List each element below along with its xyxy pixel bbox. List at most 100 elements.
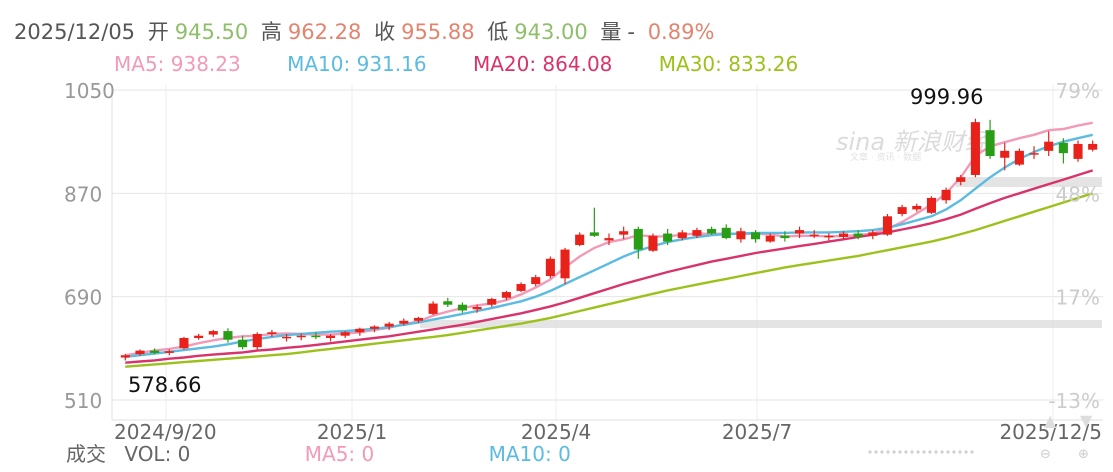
scroll-dot bbox=[958, 450, 962, 454]
down-arrow-icon: ▼ bbox=[1080, 411, 1093, 430]
candle-body bbox=[164, 351, 174, 353]
scroll-dot bbox=[886, 450, 890, 454]
candle bbox=[443, 297, 453, 307]
candle bbox=[926, 196, 936, 214]
candle-body bbox=[560, 249, 570, 279]
candle bbox=[1088, 140, 1098, 152]
scroll-dot bbox=[898, 450, 902, 454]
candle-body bbox=[399, 320, 409, 324]
candle-body bbox=[135, 350, 145, 355]
candle-body bbox=[692, 230, 702, 236]
candle-body bbox=[912, 205, 922, 210]
candle bbox=[457, 302, 467, 313]
max-annotation: 999.96 bbox=[910, 85, 983, 109]
candle-body bbox=[267, 332, 277, 334]
candle-body bbox=[208, 331, 218, 335]
candle-body bbox=[545, 258, 555, 276]
candle-body bbox=[882, 216, 893, 235]
candle bbox=[941, 187, 951, 204]
candle-body bbox=[296, 335, 306, 338]
candle-body bbox=[897, 207, 907, 214]
candle-body bbox=[443, 301, 453, 305]
candle-body bbox=[751, 232, 761, 240]
sina-logo-subtext: 文章 · 资讯 · 数据 bbox=[850, 151, 921, 163]
candle bbox=[882, 214, 893, 236]
scroll-dot bbox=[868, 450, 872, 454]
vol-ma5: MA5: 0 bbox=[304, 442, 375, 466]
candle bbox=[707, 226, 717, 235]
scroll-dot bbox=[946, 450, 950, 454]
scroll-dot bbox=[904, 450, 908, 454]
candle-body bbox=[970, 122, 980, 175]
candle bbox=[223, 328, 233, 343]
candle-body bbox=[1029, 153, 1039, 155]
candle-body bbox=[721, 227, 731, 239]
candle-body bbox=[150, 350, 160, 353]
candle-body bbox=[238, 339, 248, 348]
candle-body bbox=[780, 235, 790, 239]
scroll-dot bbox=[892, 450, 896, 454]
candle bbox=[545, 256, 555, 279]
kline-chart-panel: 2025/12/05 开 945.50 高 962.28 收 955.88 低 943.… bbox=[0, 0, 1113, 472]
candle-body bbox=[413, 317, 424, 321]
candle-body bbox=[179, 338, 189, 349]
candle-body bbox=[575, 234, 585, 245]
scroll-dot bbox=[952, 450, 956, 454]
candle-body bbox=[1044, 141, 1054, 151]
scroll-dot bbox=[934, 450, 938, 454]
candle-body bbox=[516, 284, 526, 291]
candle-body bbox=[340, 332, 350, 336]
candle-body bbox=[311, 335, 321, 338]
candle-body bbox=[794, 230, 805, 234]
candle bbox=[355, 327, 365, 336]
candle bbox=[428, 301, 438, 316]
candle-body bbox=[384, 323, 394, 327]
volume-legend: 成交 VOL: 0 MA5: 0 MA10: 0 bbox=[66, 438, 571, 467]
candle bbox=[487, 297, 497, 307]
candle bbox=[516, 282, 526, 293]
candle-body bbox=[648, 235, 658, 251]
candle-body bbox=[956, 177, 966, 182]
vol-value: VOL: 0 bbox=[124, 442, 191, 466]
candle-body bbox=[194, 335, 204, 338]
candle-body bbox=[472, 307, 482, 310]
candle bbox=[721, 224, 731, 240]
y-tick-label: 690 bbox=[64, 286, 102, 310]
scroll-dot bbox=[874, 450, 878, 454]
scroll-dot bbox=[940, 450, 944, 454]
candlestick-chart[interactable]: sina 新浪财经 文章 · 资讯 · 数据 1050 870 690 510 79%… bbox=[0, 0, 1113, 472]
y-right-tick-label: 79% bbox=[1056, 79, 1100, 103]
candle-body bbox=[1088, 143, 1098, 150]
scroll-dot bbox=[922, 450, 926, 454]
y-tick-label: 1050 bbox=[64, 79, 115, 103]
candle-body bbox=[633, 228, 643, 250]
candle-body bbox=[1014, 150, 1024, 165]
candle bbox=[897, 204, 907, 217]
candle-body bbox=[677, 232, 687, 239]
candle-body bbox=[531, 277, 541, 285]
y-right-tick-label: -13% bbox=[1048, 389, 1100, 413]
vol-ma10: MA10: 0 bbox=[488, 442, 571, 466]
y-right-tick-label: 17% bbox=[1056, 286, 1100, 310]
volume-title: 成交 bbox=[66, 442, 106, 466]
candle bbox=[194, 333, 204, 340]
scroll-dot bbox=[928, 450, 932, 454]
x-tick-label: 2025/7 bbox=[722, 420, 792, 444]
candle-body bbox=[619, 231, 629, 235]
candle bbox=[589, 207, 599, 237]
candle bbox=[648, 233, 658, 252]
scroll-dot bbox=[964, 450, 968, 454]
y-right-tick-label: 48% bbox=[1056, 182, 1100, 206]
candle-body bbox=[120, 355, 130, 358]
candle-body bbox=[325, 335, 336, 338]
candle-body bbox=[736, 231, 746, 240]
candle bbox=[252, 332, 262, 350]
candle-body bbox=[765, 235, 775, 242]
candle-body bbox=[589, 232, 599, 236]
zoom-in-icon: ⊕ bbox=[1078, 447, 1089, 462]
candle-body bbox=[707, 228, 717, 234]
candle bbox=[1044, 131, 1054, 157]
candle-body bbox=[487, 298, 497, 305]
candle-body bbox=[853, 233, 863, 237]
candle-body bbox=[1000, 150, 1010, 158]
